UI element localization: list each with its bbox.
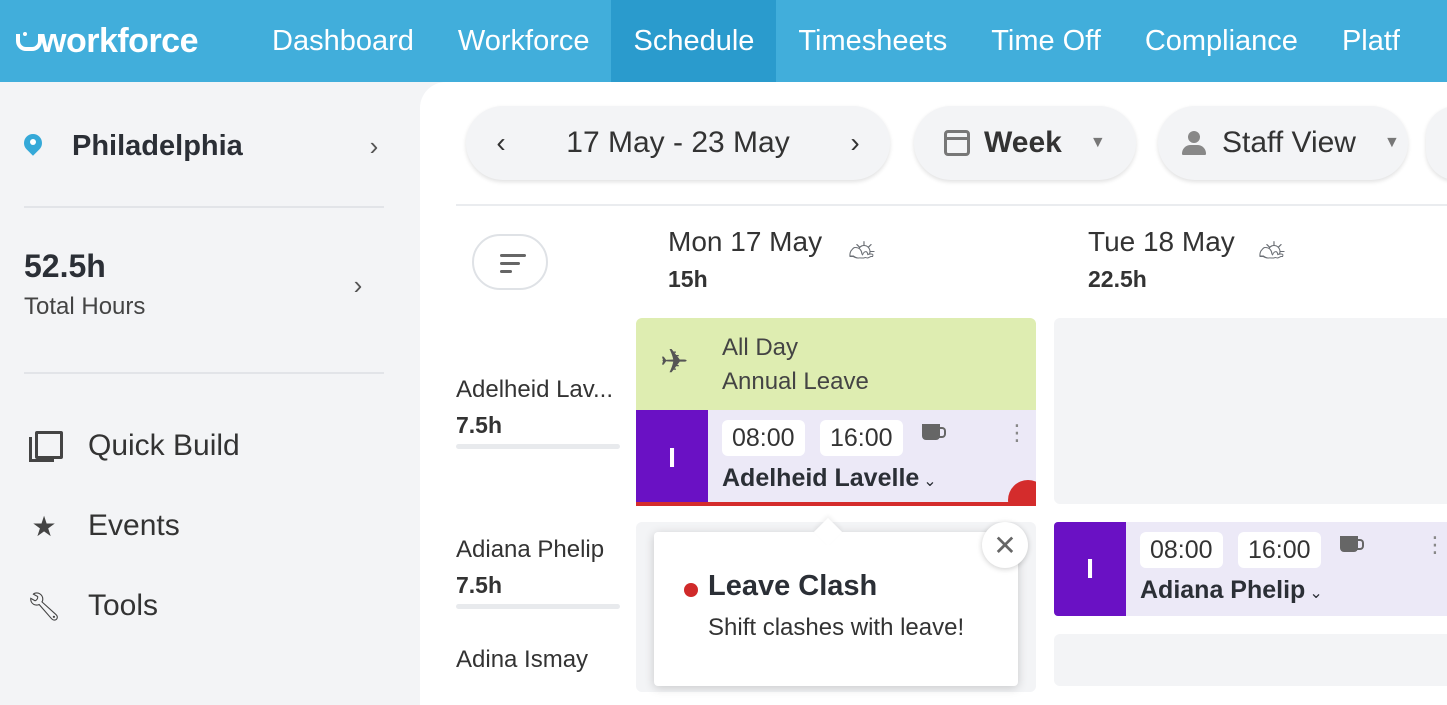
logo-mark-icon <box>14 30 42 52</box>
staff-name[interactable]: Adina Ismay <box>456 646 588 674</box>
close-popover-button[interactable]: ✕ <box>982 522 1028 568</box>
shift-card[interactable]: I 08:00 16:00 ⋮ Adelheid Lavelle ⌄ <box>636 410 1036 506</box>
star-icon: ★ <box>31 510 57 542</box>
popover-title: Leave Clash <box>708 570 878 602</box>
shift-role-badge: I <box>1054 522 1126 616</box>
staff-hours-bar <box>456 604 620 609</box>
leave-duration: All Day <box>722 334 799 361</box>
sidebar-item-label: Events <box>88 509 180 542</box>
total-hours-summary[interactable]: 52.5h Total Hours › <box>24 248 384 321</box>
sidebar-item-quick-build[interactable]: Quick Build <box>24 424 384 468</box>
toolbar-divider <box>456 204 1447 206</box>
partly-cloudy-icon: ⛅︎ <box>1258 238 1286 276</box>
total-hours-value: 52.5h <box>24 248 106 284</box>
logo-text: workforce <box>40 21 199 60</box>
caret-down-icon: ▼ <box>1089 134 1106 151</box>
popover-message: Shift clashes with leave! <box>708 614 965 641</box>
clash-indicator-line <box>636 502 1036 506</box>
leave-card[interactable]: ✈︎ All Day Annual Leave <box>636 318 1036 410</box>
calendar-icon <box>944 130 970 156</box>
leave-clash-popover: ✕ Leave Clash Shift clashes with leave! <box>654 522 1028 686</box>
quick-build-icon <box>24 431 64 462</box>
nav-time-off[interactable]: Time Off <box>969 0 1123 82</box>
sidebar-divider <box>24 206 384 208</box>
shift-role-badge: I <box>636 410 708 506</box>
filter-line <box>500 262 520 265</box>
empty-shift-cell[interactable] <box>1054 634 1447 686</box>
clash-status-dot <box>684 583 698 597</box>
break-cup-icon <box>1340 536 1364 552</box>
clash-corner-indicator <box>1008 480 1036 506</box>
nav-compliance[interactable]: Compliance <box>1123 0 1320 82</box>
nav-schedule[interactable]: Schedule <box>611 0 777 82</box>
filter-line <box>500 270 512 273</box>
shift-card[interactable]: I 08:00 16:00 ⋮ Adiana Phelip ⌄ <box>1054 522 1447 616</box>
view-mode-dropdown[interactable]: Staff View ▼ <box>1158 106 1408 180</box>
sort-filter-button[interactable] <box>472 234 548 290</box>
next-week-button[interactable]: › <box>820 127 890 159</box>
leave-type: Annual Leave <box>722 368 869 395</box>
sidebar-item-label: Tools <box>88 589 159 622</box>
shift-menu-icon[interactable]: ⋮ <box>1424 532 1446 558</box>
location-name: Philadelphia <box>72 129 243 162</box>
filter-line <box>500 254 526 257</box>
shift-employee-label: Adelheid Lavelle <box>722 464 920 492</box>
shift-end-time[interactable]: 16:00 <box>1238 532 1321 568</box>
day-header-mon: Mon 17 May 15h <box>668 226 822 293</box>
total-hours-label: Total Hours <box>24 293 146 320</box>
wrench-icon: 🔧︎ <box>26 590 62 622</box>
day-hours: 15h <box>668 266 708 292</box>
person-icon <box>1182 130 1206 156</box>
date-range-label: 17 May - 23 May <box>566 126 790 159</box>
location-selector[interactable]: Philadelphia › <box>24 124 384 168</box>
chevron-right-icon: › <box>353 270 363 300</box>
sidebar-item-label: Quick Build <box>88 429 240 462</box>
sidebar-item-tools[interactable]: 🔧︎ Tools <box>24 584 384 628</box>
shift-start-time[interactable]: 08:00 <box>722 420 805 456</box>
staff-hours-bar <box>456 444 620 449</box>
staff-hours: 7.5h <box>456 412 503 438</box>
view-mode-label: Staff View <box>1222 126 1356 159</box>
nav-workforce[interactable]: Workforce <box>436 0 612 82</box>
sidebar-divider <box>24 372 384 374</box>
empty-shift-cell[interactable] <box>1054 318 1447 504</box>
nav-timesheets[interactable]: Timesheets <box>776 0 969 82</box>
break-cup-icon <box>922 424 946 440</box>
shift-employee-name[interactable]: Adelheid Lavelle ⌄ <box>722 464 937 493</box>
sidebar: Philadelphia › 52.5h Total Hours › Quick… <box>0 82 415 705</box>
more-options-button[interactable] <box>1426 106 1447 180</box>
staff-hours: 7.5h <box>456 572 503 598</box>
chevron-down-icon: ⌄ <box>923 473 937 490</box>
day-title: Mon 17 May <box>668 226 823 257</box>
staff-name[interactable]: Adiana Phelip <box>456 536 604 564</box>
location-pin-icon <box>24 134 42 158</box>
nav-platform[interactable]: Platf <box>1320 0 1422 82</box>
shift-end-time[interactable]: 16:00 <box>820 420 903 456</box>
caret-down-icon: ▼ <box>1383 134 1400 151</box>
day-hours: 22.5h <box>1088 266 1147 292</box>
partly-cloudy-icon: ⛅︎ <box>848 238 876 276</box>
workforce-logo[interactable]: workforce <box>0 0 250 82</box>
day-header-tue: Tue 18 May 22.5h <box>1088 226 1235 293</box>
period-label: Week <box>984 126 1062 159</box>
chevron-down-icon: ⌄ <box>1309 585 1323 602</box>
date-range-navigator: ‹ 17 May - 23 May › <box>466 106 890 180</box>
close-icon: ✕ <box>993 529 1017 561</box>
sidebar-item-events[interactable]: ★ Events <box>24 504 384 548</box>
nav-dashboard[interactable]: Dashboard <box>250 0 436 82</box>
shift-start-time[interactable]: 08:00 <box>1140 532 1223 568</box>
day-title: Tue 18 May <box>1088 226 1235 257</box>
previous-week-button[interactable]: ‹ <box>466 127 536 159</box>
shift-employee-label: Adiana Phelip <box>1140 576 1306 604</box>
schedule-panel: ‹ 17 May - 23 May › Week ▼ Staff View ▼ … <box>420 82 1447 705</box>
top-navigation: workforce Dashboard Workforce Schedule T… <box>0 0 1447 82</box>
chevron-right-icon: › <box>369 130 379 161</box>
shift-menu-icon[interactable]: ⋮ <box>1006 420 1028 446</box>
period-dropdown[interactable]: Week ▼ <box>914 106 1136 180</box>
airplane-icon: ✈︎ <box>660 343 689 381</box>
shift-employee-name[interactable]: Adiana Phelip ⌄ <box>1140 576 1323 605</box>
staff-name[interactable]: Adelheid Lav... <box>456 376 613 404</box>
